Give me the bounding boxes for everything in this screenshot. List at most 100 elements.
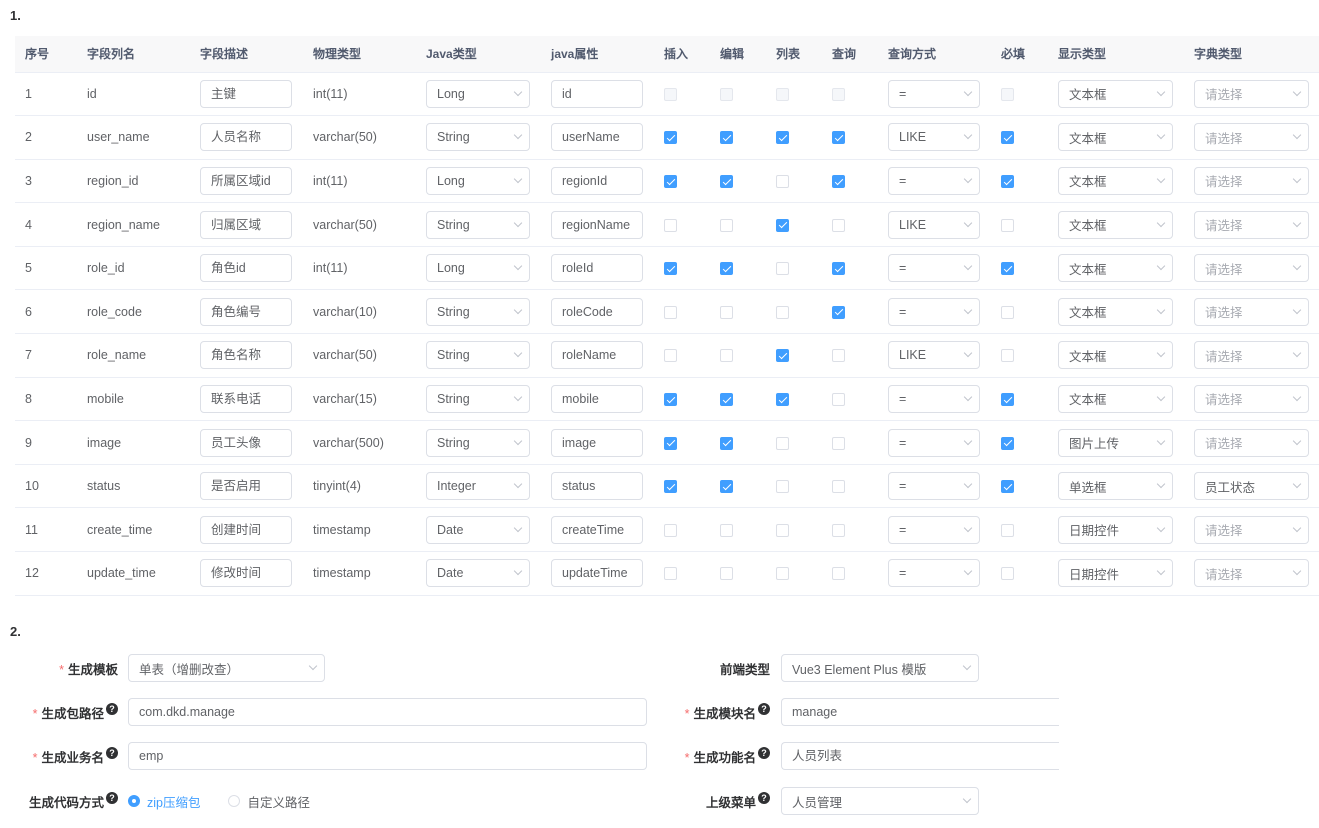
- java-attr-input[interactable]: mobile: [551, 384, 643, 413]
- edit-checkbox[interactable]: [720, 480, 733, 494]
- insert-checkbox[interactable]: [664, 349, 677, 363]
- query-checkbox[interactable]: [832, 436, 845, 450]
- query-checkbox[interactable]: [832, 262, 845, 276]
- display-type-select[interactable]: 单选框: [1058, 472, 1173, 501]
- display-type-select[interactable]: 文本框: [1058, 210, 1173, 239]
- description-input[interactable]: 员工头像: [200, 428, 292, 457]
- query-checkbox[interactable]: [832, 480, 845, 494]
- required-checkbox[interactable]: [1001, 567, 1014, 581]
- display-type-select[interactable]: 日期控件: [1058, 515, 1173, 544]
- description-input[interactable]: 人员名称: [200, 123, 292, 152]
- required-checkbox[interactable]: [1001, 349, 1014, 363]
- list-checkbox[interactable]: [776, 175, 789, 189]
- frontend-select[interactable]: Vue3 Element Plus 模版: [781, 654, 979, 682]
- insert-checkbox[interactable]: [664, 218, 677, 232]
- java-attr-input[interactable]: updateTime: [551, 559, 643, 588]
- required-checkbox[interactable]: [1001, 87, 1014, 101]
- display-type-select[interactable]: 图片上传: [1058, 428, 1173, 457]
- list-checkbox[interactable]: [776, 349, 789, 363]
- java-type-select[interactable]: Integer: [426, 472, 530, 501]
- list-checkbox[interactable]: [776, 218, 789, 232]
- description-input[interactable]: 是否启用: [200, 472, 292, 501]
- java-attr-input[interactable]: id: [551, 79, 643, 108]
- dict-type-select[interactable]: 请选择: [1194, 297, 1309, 326]
- java-type-select[interactable]: Date: [426, 559, 530, 588]
- java-type-select[interactable]: Long: [426, 166, 530, 195]
- java-attr-input[interactable]: regionId: [551, 166, 643, 195]
- template-select[interactable]: 单表（增删改查）: [128, 654, 325, 682]
- edit-checkbox[interactable]: [720, 393, 733, 407]
- query-mode-select[interactable]: LIKE: [888, 123, 980, 152]
- help-icon[interactable]: ?: [758, 703, 770, 716]
- edit-checkbox[interactable]: [720, 436, 733, 450]
- edit-checkbox[interactable]: [720, 305, 733, 319]
- java-type-select[interactable]: Long: [426, 254, 530, 283]
- java-attr-input[interactable]: image: [551, 428, 643, 457]
- list-checkbox[interactable]: [776, 305, 789, 319]
- required-checkbox[interactable]: [1001, 393, 1014, 407]
- query-checkbox[interactable]: [832, 349, 845, 363]
- insert-checkbox[interactable]: [664, 305, 677, 319]
- help-icon[interactable]: ?: [106, 747, 118, 760]
- display-type-select[interactable]: 文本框: [1058, 254, 1173, 283]
- required-checkbox[interactable]: [1001, 436, 1014, 450]
- query-mode-select[interactable]: =: [888, 515, 980, 544]
- insert-checkbox[interactable]: [664, 480, 677, 494]
- dict-type-select[interactable]: 请选择: [1194, 123, 1309, 152]
- radio-custom-path[interactable]: 自定义路径: [228, 792, 310, 811]
- query-mode-select[interactable]: LIKE: [888, 341, 980, 370]
- dict-type-select[interactable]: 员工状态: [1194, 472, 1309, 501]
- package-input[interactable]: com.dkd.manage: [128, 698, 647, 726]
- query-mode-select[interactable]: =: [888, 79, 980, 108]
- query-mode-select[interactable]: =: [888, 384, 980, 413]
- edit-checkbox[interactable]: [720, 262, 733, 276]
- display-type-select[interactable]: 文本框: [1058, 341, 1173, 370]
- query-mode-select[interactable]: =: [888, 166, 980, 195]
- dict-type-select[interactable]: 请选择: [1194, 384, 1309, 413]
- description-input[interactable]: 所属区域id: [200, 166, 292, 195]
- java-type-select[interactable]: String: [426, 123, 530, 152]
- java-type-select[interactable]: Long: [426, 79, 530, 108]
- description-input[interactable]: 归属区域: [200, 210, 292, 239]
- edit-checkbox[interactable]: [720, 131, 733, 145]
- help-icon[interactable]: ?: [106, 792, 118, 805]
- query-checkbox[interactable]: [832, 567, 845, 581]
- dict-type-select[interactable]: 请选择: [1194, 79, 1309, 108]
- dict-type-select[interactable]: 请选择: [1194, 166, 1309, 195]
- java-attr-input[interactable]: userName: [551, 123, 643, 152]
- description-input[interactable]: 修改时间: [200, 559, 292, 588]
- edit-checkbox[interactable]: [720, 218, 733, 232]
- list-checkbox[interactable]: [776, 436, 789, 450]
- java-attr-input[interactable]: createTime: [551, 515, 643, 544]
- description-input[interactable]: 主键: [200, 79, 292, 108]
- list-checkbox[interactable]: [776, 523, 789, 537]
- dict-type-select[interactable]: 请选择: [1194, 515, 1309, 544]
- required-checkbox[interactable]: [1001, 523, 1014, 537]
- required-checkbox[interactable]: [1001, 131, 1014, 145]
- list-checkbox[interactable]: [776, 480, 789, 494]
- list-checkbox[interactable]: [776, 567, 789, 581]
- radio-zip[interactable]: zip压缩包: [128, 792, 200, 811]
- java-attr-input[interactable]: regionName: [551, 210, 643, 239]
- description-input[interactable]: 创建时间: [200, 515, 292, 544]
- edit-checkbox[interactable]: [720, 567, 733, 581]
- help-icon[interactable]: ?: [758, 792, 770, 805]
- java-attr-input[interactable]: status: [551, 472, 643, 501]
- query-checkbox[interactable]: [832, 523, 845, 537]
- query-checkbox[interactable]: [832, 305, 845, 319]
- module-input[interactable]: manage: [781, 698, 1059, 726]
- required-checkbox[interactable]: [1001, 305, 1014, 319]
- edit-checkbox[interactable]: [720, 349, 733, 363]
- query-mode-select[interactable]: =: [888, 559, 980, 588]
- edit-checkbox[interactable]: [720, 523, 733, 537]
- insert-checkbox[interactable]: [664, 175, 677, 189]
- business-input[interactable]: emp: [128, 742, 647, 770]
- insert-checkbox[interactable]: [664, 393, 677, 407]
- display-type-select[interactable]: 文本框: [1058, 384, 1173, 413]
- java-type-select[interactable]: Date: [426, 515, 530, 544]
- java-type-select[interactable]: String: [426, 428, 530, 457]
- edit-checkbox[interactable]: [720, 87, 733, 101]
- insert-checkbox[interactable]: [664, 87, 677, 101]
- description-input[interactable]: 角色id: [200, 254, 292, 283]
- java-type-select[interactable]: String: [426, 384, 530, 413]
